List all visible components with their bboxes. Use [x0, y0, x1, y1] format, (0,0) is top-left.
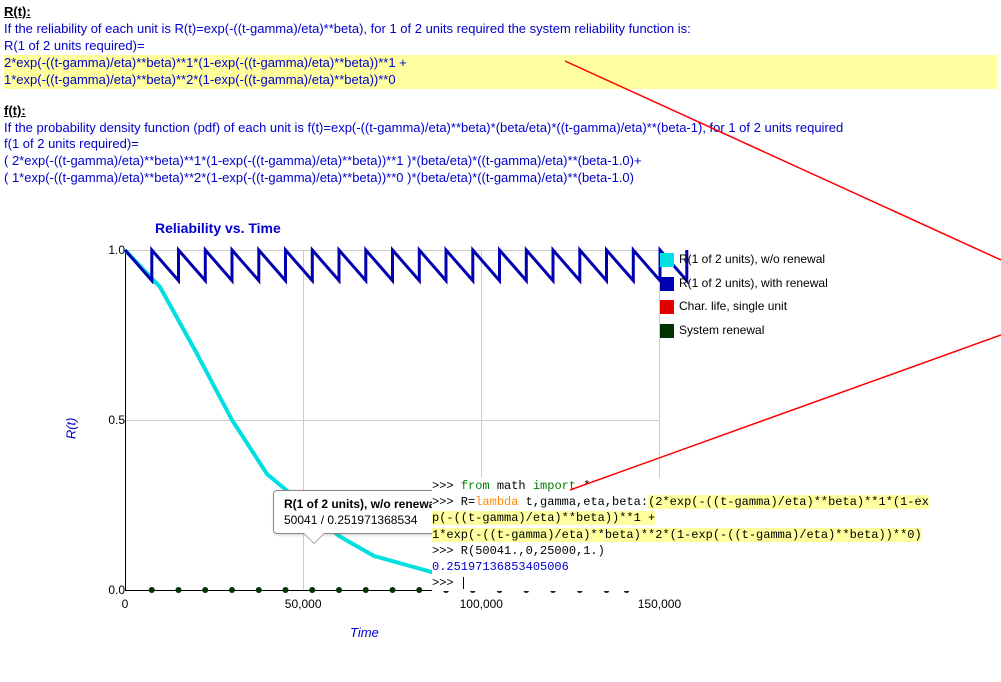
code-line: >>> from math import * — [432, 478, 992, 494]
x-tick: 100,000 — [460, 597, 503, 611]
legend-swatch — [660, 324, 674, 338]
ft-lead: f(1 of 2 units required)= — [4, 136, 997, 153]
code-prompt: >>> — [432, 575, 992, 591]
legend-swatch — [660, 277, 674, 291]
y-tick: 0.5 — [95, 413, 125, 427]
code-line: p(-((t-gamma)/eta)**beta))**1 + — [432, 510, 992, 526]
legend-item: R(1 of 2 units), with renewal — [660, 276, 840, 292]
python-console[interactable]: >>> from math import * >>> R=lambda t,ga… — [432, 478, 992, 591]
tooltip-value: 50041 / 0.251971368534 — [284, 513, 439, 527]
code-line: >>> R(50041.,0,25000,1.) — [432, 543, 992, 559]
legend-swatch — [660, 253, 674, 267]
rt-intro: If the reliability of each unit is R(t)=… — [4, 21, 997, 38]
code-line: 1*exp(-((t-gamma)/eta)**beta)**2*(1-exp(… — [432, 527, 992, 543]
legend-item: System renewal — [660, 323, 840, 339]
x-axis-label: Time — [350, 625, 379, 640]
rt-formula-line1: 2*exp(-((t-gamma)/eta)**beta)**1*(1-exp(… — [4, 55, 997, 72]
code-line: >>> R=lambda t,gamma,eta,beta:(2*exp(-((… — [432, 494, 992, 510]
rt-title: R(t): — [4, 4, 997, 19]
chart-area: Reliability vs. Time R(t) Time 1.0 0.5 0… — [60, 220, 880, 670]
legend-label: Char. life, single unit — [679, 299, 787, 315]
x-tick: 50,000 — [285, 597, 322, 611]
rt-section: R(t): If the reliability of each unit is… — [4, 4, 997, 89]
rt-lead: R(1 of 2 units required)= — [4, 38, 997, 55]
legend-label: R(1 of 2 units), with renewal — [679, 276, 828, 292]
y-axis-label: R(t) — [63, 418, 78, 440]
x-tick: 150,000 — [638, 597, 681, 611]
tooltip-title: R(1 of 2 units), w/o renewal — [284, 497, 439, 511]
y-axis: 1.0 0.5 0.0 — [95, 250, 125, 590]
x-axis: 0 50,000 100,000 150,000 — [125, 595, 660, 615]
curve-with-renewal — [125, 250, 687, 281]
cursor-icon — [463, 577, 464, 589]
legend-swatch — [660, 300, 674, 314]
chart-tooltip: R(1 of 2 units), w/o renewal 50041 / 0.2… — [273, 490, 450, 534]
x-tick: 0 — [122, 597, 129, 611]
chart-title: Reliability vs. Time — [155, 220, 281, 236]
y-tick: 1.0 — [95, 243, 125, 257]
ft-title: f(t): — [4, 103, 997, 118]
ft-formula-line2: ( 1*exp(-((t-gamma)/eta)**beta)**2*(1-ex… — [4, 170, 997, 187]
ft-intro: If the probability density function (pdf… — [4, 120, 997, 137]
rt-formula-line2: 1*exp(-((t-gamma)/eta)**beta)**2*(1-exp(… — [4, 72, 997, 89]
legend: R(1 of 2 units), w/o renewal R(1 of 2 un… — [660, 252, 840, 346]
legend-label: System renewal — [679, 323, 764, 339]
ft-section: f(t): If the probability density functio… — [4, 103, 997, 188]
legend-item: Char. life, single unit — [660, 299, 840, 315]
ft-formula-line1: ( 2*exp(-((t-gamma)/eta)**beta)**1*(1-ex… — [4, 153, 997, 170]
y-tick: 0.0 — [95, 583, 125, 597]
legend-label: R(1 of 2 units), w/o renewal — [679, 252, 825, 268]
legend-item: R(1 of 2 units), w/o renewal — [660, 252, 840, 268]
code-result: 0.25197136853405006 — [432, 559, 992, 575]
